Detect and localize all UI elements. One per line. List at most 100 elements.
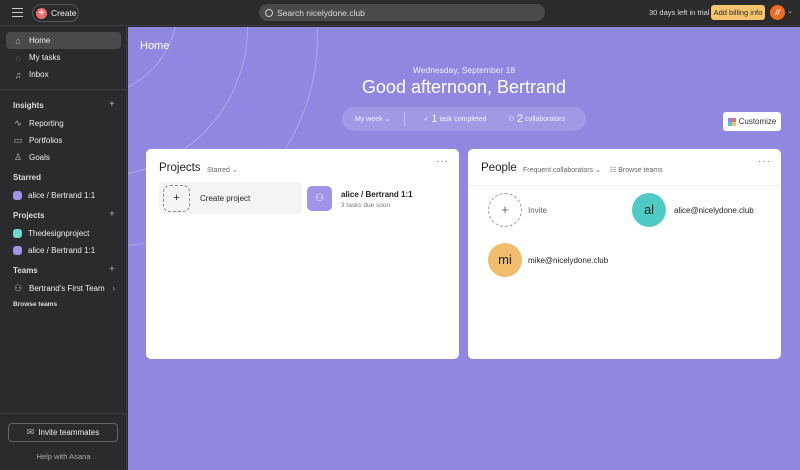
sidebar-team-item[interactable]: ⚇ Bertrand's First Team › (6, 280, 121, 297)
tasks-label: task completed (439, 115, 487, 123)
check-circle-icon: ◌ (15, 52, 21, 63)
add-project-icon[interactable]: + (109, 209, 115, 220)
label: alice / Bertrand 1:1 (28, 246, 96, 255)
sidebar-project-item[interactable]: Thedesignproject (6, 225, 121, 242)
greeting: Good afternoon, Bertrand (361, 77, 567, 97)
sidebar-item-portfolios[interactable]: ▭ Portfolios (6, 132, 121, 149)
chevron-right-icon: › (112, 284, 115, 293)
project-color-icon (13, 246, 22, 255)
label: Bertrand's First Team (29, 284, 105, 293)
label: Goals (29, 153, 50, 162)
label: Reporting (29, 119, 64, 128)
divider (468, 185, 781, 186)
create-project-button[interactable]: + Create project (159, 182, 302, 214)
projects-heading: Projects (13, 211, 45, 220)
grid-icon (727, 117, 736, 126)
search-input[interactable]: Search nicelydone.club (259, 4, 545, 21)
starred-heading: Starred (13, 173, 42, 182)
customize-button[interactable]: Customize (723, 112, 781, 131)
projects-card: Projects Starred ⌄ ··· + Create project ⚇… (146, 149, 459, 359)
label: Portfolios (29, 136, 63, 145)
person-icon: ♙ (13, 152, 23, 162)
card-title: People (481, 162, 517, 174)
sidebar-starred-item[interactable]: alice / Bertrand 1:1 (6, 187, 121, 204)
divider (0, 413, 127, 414)
tasks-count: 1 (431, 113, 438, 125)
collaborators-icon: ⚇ (508, 116, 515, 123)
browse-teams-button[interactable]: ☷ Browse teams (610, 166, 663, 174)
filter-label: Starred (207, 167, 230, 174)
add-team-icon[interactable]: + (109, 264, 115, 275)
more-icon[interactable]: ··· (436, 156, 449, 167)
label: Create project (200, 193, 251, 203)
label: Invite teammates (38, 428, 100, 437)
people-card: People Frequent collaborators ⌄ ☷ Browse… (468, 149, 781, 359)
check-icon: ✓ (423, 116, 430, 123)
avatar[interactable]: mi (488, 243, 522, 277)
chevron-down-icon[interactable]: ⌄ (787, 7, 793, 15)
divider (0, 89, 127, 90)
project-people-icon[interactable]: ⚇ (307, 186, 332, 211)
top-bar: + Create Search nicelydone.club 30 days l… (0, 0, 800, 26)
help-link[interactable]: Help with Asana (0, 452, 127, 461)
mail-icon: ✉ (26, 427, 35, 437)
card-title: Projects (159, 162, 201, 174)
project-color-icon (13, 191, 22, 200)
person-email[interactable]: alice@nicelydone.club (674, 206, 754, 215)
sidebar-item-my-tasks[interactable]: ◌ My tasks (6, 49, 121, 66)
project-subtitle: 3 tasks due soon (341, 202, 391, 209)
folder-icon: ▭ (13, 135, 23, 145)
chart-line-icon: ∿ (14, 118, 22, 128)
label: My tasks (29, 53, 61, 62)
project-color-icon (13, 229, 22, 238)
team-icon: ⚇ (13, 283, 23, 293)
period-dropdown[interactable]: My week ⌄ (355, 115, 390, 123)
period-label: My week (355, 116, 383, 123)
sidebar-item-inbox[interactable]: ♫ Inbox (6, 66, 121, 83)
label: Customize (738, 117, 777, 126)
create-label: Create (51, 8, 77, 18)
person-email[interactable]: mike@nicelydone.club (528, 256, 608, 265)
insights-heading: Insights (13, 101, 44, 110)
divider (404, 112, 406, 126)
search-placeholder: Search nicelydone.club (277, 7, 365, 18)
label: Thedesignproject (28, 229, 90, 238)
plus-icon: + (36, 7, 47, 19)
browse-teams-link[interactable]: Browse teams (13, 301, 57, 308)
home-icon: ⌂ (15, 35, 21, 46)
filter-label: Frequent collaborators (523, 167, 594, 174)
collab-label: collaborators (524, 115, 566, 123)
home-main: Home Wednesday, September 18 Good aftern… (128, 27, 800, 470)
collab-count: 2 (516, 113, 523, 125)
page-title: Home (140, 40, 170, 52)
stats-bar: My week ⌄ ✓ 1 task completed ⚇ 2 collaborato… (342, 107, 586, 131)
sidebar-project-item[interactable]: alice / Bertrand 1:1 (6, 242, 121, 259)
project-name[interactable]: alice / Bertrand 1:1 (341, 190, 413, 199)
sidebar-item-reporting[interactable]: ∿ Reporting (6, 115, 121, 132)
invite-label[interactable]: Invite (528, 206, 547, 215)
list-icon: ☷ (610, 167, 617, 174)
projects-filter-dropdown[interactable]: Starred ⌄ (207, 166, 238, 174)
date: Wednesday, September 18 (412, 65, 516, 75)
sidebar-item-home[interactable]: ⌂ Home (6, 32, 121, 49)
invite-teammates-button[interactable]: ✉ Invite teammates (8, 423, 118, 442)
add-insight-icon[interactable]: + (109, 99, 115, 110)
people-filter-dropdown[interactable]: Frequent collaborators ⌄ (523, 166, 601, 174)
sidebar-item-goals[interactable]: ♙ Goals (6, 149, 121, 166)
invite-plus-icon[interactable]: + (488, 193, 522, 227)
teams-heading: Teams (13, 266, 38, 275)
sidebar: ⌂ Home ◌ My tasks ♫ Inbox Insights + ∿ Repor… (0, 27, 127, 470)
add-billing-button[interactable]: Add billing info (711, 5, 765, 20)
user-avatar[interactable]: // (770, 5, 785, 20)
bell-icon: ♫ (14, 69, 22, 80)
label: Browse teams (618, 167, 663, 174)
label: Inbox (29, 70, 49, 79)
menu-icon[interactable] (12, 8, 23, 17)
plus-icon: + (163, 184, 190, 212)
avatar[interactable]: al (632, 193, 666, 227)
create-button[interactable]: + Create (32, 4, 79, 22)
label: Home (29, 36, 51, 45)
label: alice / Bertrand 1:1 (28, 191, 96, 200)
trial-status: 30 days left in trial (649, 8, 710, 17)
more-icon[interactable]: ··· (758, 156, 771, 167)
